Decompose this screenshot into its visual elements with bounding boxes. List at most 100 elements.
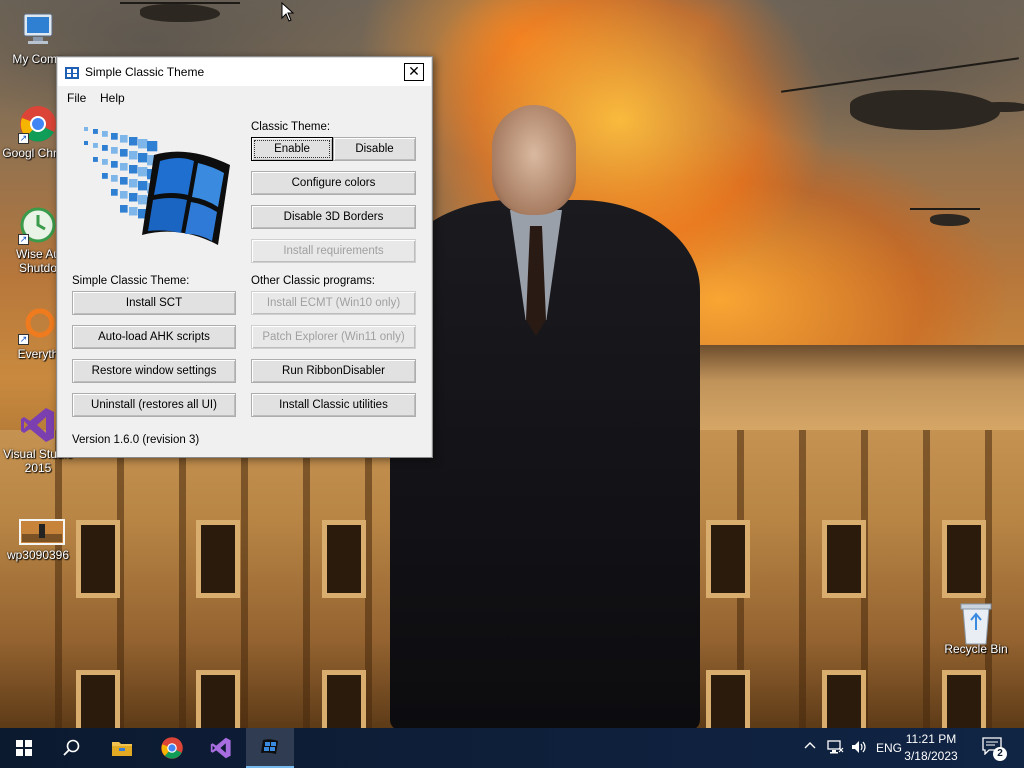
visual-studio-icon <box>18 405 58 445</box>
logo-pixel <box>93 129 98 134</box>
visual-studio-icon <box>210 737 231 759</box>
wallpaper-figure-head <box>492 105 576 215</box>
logo-pixel <box>102 159 108 165</box>
logo-pixel <box>147 141 158 152</box>
restore-window-settings-button[interactable]: Restore window settings <box>72 359 236 383</box>
close-icon: ✕ <box>408 63 420 79</box>
folder-icon <box>112 742 132 756</box>
logo-pixel <box>84 141 88 145</box>
close-button[interactable]: ✕ <box>404 63 424 81</box>
logo-pixel <box>129 179 138 188</box>
wallpaper-window <box>76 670 120 728</box>
logo-pixel <box>102 173 108 179</box>
chrome-icon: ↗ <box>18 104 58 144</box>
show-hidden-icons-button[interactable] <box>804 740 816 755</box>
wallpaper-window <box>942 520 986 598</box>
patch-explorer-button[interactable]: Patch Explorer (Win11 only) <box>251 325 416 349</box>
taskbar-visual-studio[interactable] <box>197 728 245 768</box>
wallpaper-window <box>822 520 866 598</box>
configure-colors-button[interactable]: Configure colors <box>251 171 416 195</box>
logo-pixel <box>138 139 148 149</box>
menu-file[interactable]: File <box>67 91 86 105</box>
logo-pixel <box>111 175 118 182</box>
search-icon <box>63 739 80 756</box>
taskbar-simple-classic-theme[interactable] <box>246 728 294 768</box>
logo-pixel <box>129 193 138 202</box>
window-title: Simple Classic Theme <box>85 65 205 79</box>
install-classic-utilities-button[interactable]: Install Classic utilities <box>251 393 416 417</box>
classic-theme-icon <box>64 65 80 81</box>
clock-date: 3/18/2023 <box>904 749 958 763</box>
install-requirements-button[interactable]: Install requirements <box>251 239 416 263</box>
wallpaper-window <box>822 670 866 728</box>
taskbar-clock[interactable]: 11:21 PM 3/18/2023 <box>896 731 966 765</box>
desktop-icon-label: Everyth <box>17 347 59 361</box>
logo-pixel <box>102 145 108 151</box>
wallpaper-window <box>196 670 240 728</box>
logo-pixel <box>120 177 128 185</box>
logo-pixel <box>120 149 128 157</box>
logo-pixel <box>129 151 138 160</box>
start-button[interactable] <box>0 728 48 768</box>
computer-icon <box>18 10 58 50</box>
logo-pixel <box>120 135 128 143</box>
action-center-button[interactable]: 2 <box>982 737 1010 761</box>
version-label: Version 1.6.0 (revision 3) <box>72 434 200 446</box>
desktop-icon-recycle-bin[interactable]: Recycle Bin <box>936 600 1016 656</box>
wallpaper-window <box>76 520 120 598</box>
logo-pixel <box>138 181 148 191</box>
logo-pixel <box>111 147 118 154</box>
wise-shutdown-icon: ↗ <box>18 205 58 245</box>
classic-windows-logo-icon <box>76 117 238 257</box>
shortcut-arrow-icon: ↗ <box>18 234 29 245</box>
network-icon[interactable] <box>826 739 844 758</box>
logo-pixel <box>111 189 118 196</box>
run-ribbon-disabler-button[interactable]: Run RibbonDisabler <box>251 359 416 383</box>
disable-button[interactable]: Disable <box>333 137 416 161</box>
wallpaper-window <box>322 670 366 728</box>
chevron-up-icon <box>804 742 816 749</box>
chrome-icon <box>161 737 183 759</box>
logo-pixel <box>129 165 138 174</box>
uninstall-button[interactable]: Uninstall (restores all UI) <box>72 393 236 417</box>
classic-theme-label: Classic Theme: <box>251 121 331 133</box>
logo-pixel <box>120 205 128 213</box>
menu-bar: File Help <box>58 87 431 107</box>
logo-pixel <box>129 207 138 216</box>
logo-pixel <box>120 191 128 199</box>
taskbar-chrome[interactable] <box>148 728 196 768</box>
logo-pixel <box>93 157 98 162</box>
logo-pixel <box>138 167 148 177</box>
wallpaper-window <box>942 670 986 728</box>
desktop-icon-wp3090396[interactable]: wp3090396 <box>0 518 76 562</box>
desktop-icon-label: Wise Au Shutdo <box>15 247 60 275</box>
logo-pixel <box>138 195 148 205</box>
mouse-cursor-icon <box>281 1 295 25</box>
image-file-icon <box>18 518 65 546</box>
other-classic-programs-label: Other Classic programs: <box>251 275 375 287</box>
enable-button[interactable]: Enable <box>251 137 333 161</box>
taskbar: ENG 11:21 PM 3/18/2023 2 <box>0 728 1024 768</box>
install-sct-button[interactable]: Install SCT <box>72 291 236 315</box>
wallpaper-window <box>322 520 366 598</box>
logo-pixel <box>129 137 138 146</box>
wallpaper-roof <box>680 345 1024 435</box>
volume-icon[interactable] <box>850 739 868 758</box>
menu-help[interactable]: Help <box>100 91 125 105</box>
window-body: Simple Classic Theme: Install SCT Auto-l… <box>58 107 431 457</box>
logo-pixel <box>84 127 88 131</box>
logo-pixel <box>111 161 118 168</box>
taskbar-search-button[interactable] <box>48 728 96 768</box>
simple-classic-theme-window: Simple Classic Theme ✕ File Help Simple … <box>56 56 433 458</box>
logo-pixel <box>111 133 118 140</box>
everything-search-icon: ↗ <box>18 305 58 345</box>
logo-pixel <box>120 163 128 171</box>
autoload-ahk-scripts-button[interactable]: Auto-load AHK scripts <box>72 325 236 349</box>
install-ecmt-button[interactable]: Install ECMT (Win10 only) <box>251 291 416 315</box>
logo-pixel <box>138 153 148 163</box>
logo-pixel <box>93 143 98 148</box>
wallpaper-window <box>706 520 750 598</box>
window-titlebar[interactable]: Simple Classic Theme ✕ <box>58 58 431 87</box>
disable-3d-borders-button[interactable]: Disable 3D Borders <box>251 205 416 229</box>
taskbar-file-explorer[interactable] <box>98 728 146 768</box>
